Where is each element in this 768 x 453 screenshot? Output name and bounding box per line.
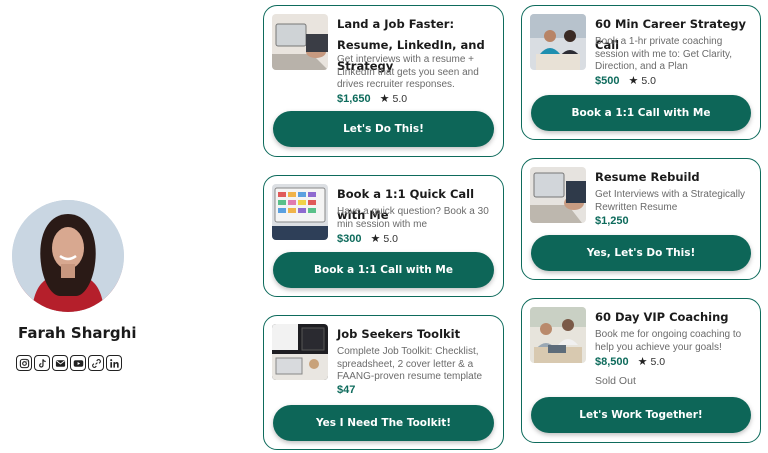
card-meta: $47 bbox=[337, 384, 355, 396]
card-description: Get Interviews with a Strategically Rewr… bbox=[595, 189, 746, 213]
star-icon: ★ bbox=[628, 75, 639, 87]
cta-button[interactable]: Book a 1:1 Call with Me bbox=[531, 95, 751, 131]
product-image-meeting bbox=[530, 14, 586, 70]
cta-button[interactable]: Book a 1:1 Call with Me bbox=[273, 252, 494, 288]
linkedin-icon[interactable] bbox=[106, 355, 122, 371]
product-image-coaching bbox=[530, 307, 586, 363]
card-description: Complete Job Toolkit: Checklist, spreads… bbox=[337, 346, 483, 382]
social-links bbox=[16, 355, 122, 371]
product-card[interactable]: Job Seekers Toolkit Complete Job Toolkit… bbox=[263, 315, 504, 450]
price: $500 bbox=[595, 74, 620, 87]
avatar bbox=[12, 200, 124, 312]
cta-button[interactable]: Let's Work Together! bbox=[531, 397, 751, 433]
email-icon[interactable] bbox=[52, 355, 68, 371]
rating: ★ 5.0 bbox=[628, 74, 656, 88]
product-card[interactable]: Book a 1:1 Quick Call with Me Have a qui… bbox=[263, 175, 504, 297]
rating-value: 5.0 bbox=[650, 355, 666, 368]
price: $8,500 bbox=[595, 355, 629, 368]
star-icon: ★ bbox=[370, 233, 381, 245]
product-card[interactable]: 60 Day VIP Coaching Book me for ongoing … bbox=[521, 298, 761, 443]
card-meta: $500 ★ 5.0 bbox=[595, 74, 656, 88]
instagram-icon[interactable] bbox=[16, 355, 32, 371]
card-title: Resume Rebuild bbox=[595, 170, 700, 184]
card-description: Book me for ongoing coaching to help you… bbox=[595, 329, 742, 353]
rating-value: 5.0 bbox=[641, 74, 656, 87]
card-meta: $1,650 ★ 5.0 bbox=[337, 92, 408, 106]
card-meta: $300 ★ 5.0 bbox=[337, 232, 398, 246]
product-image-desk bbox=[272, 324, 328, 380]
star-icon: ★ bbox=[637, 356, 648, 368]
price: $1,650 bbox=[337, 92, 371, 105]
star-icon: ★ bbox=[379, 93, 390, 105]
rating-value: 5.0 bbox=[392, 92, 408, 105]
cta-button[interactable]: Yes I Need The Toolkit! bbox=[273, 405, 494, 441]
card-title: Job Seekers Toolkit bbox=[337, 327, 461, 341]
price: $47 bbox=[337, 384, 356, 396]
price: $300 bbox=[337, 232, 362, 245]
card-title: 60 Day VIP Coaching bbox=[595, 310, 729, 324]
product-image-laptop bbox=[530, 167, 586, 223]
card-description: Book a 1-hr private coaching session wit… bbox=[595, 36, 733, 72]
card-description: Have a quick question? Book a 30 min ses… bbox=[337, 206, 489, 230]
product-card[interactable]: Land a Job Faster: Resume, LinkedIn, and… bbox=[263, 5, 504, 157]
product-image-laptop bbox=[272, 14, 328, 70]
card-meta: $8,500 ★ 5.0 bbox=[595, 355, 666, 369]
card-meta: $1,250 bbox=[595, 215, 629, 227]
rating-value: 5.0 bbox=[383, 232, 398, 245]
link-icon[interactable] bbox=[88, 355, 104, 371]
price: $1,250 bbox=[595, 215, 629, 227]
cta-button[interactable]: Let's Do This! bbox=[273, 111, 494, 147]
cta-button[interactable]: Yes, Let's Do This! bbox=[531, 235, 751, 271]
rating: ★ 5.0 bbox=[637, 355, 666, 369]
sold-out-label: Sold Out bbox=[595, 375, 636, 387]
card-description: Get interviews with a resume + LinkedIn … bbox=[337, 54, 479, 90]
tiktok-icon[interactable] bbox=[34, 355, 50, 371]
product-image-calendar bbox=[272, 184, 328, 240]
youtube-icon[interactable] bbox=[70, 355, 86, 371]
product-card[interactable]: Resume Rebuild Get Interviews with a Str… bbox=[521, 158, 761, 280]
rating: ★ 5.0 bbox=[379, 92, 408, 106]
profile-name: Farah Sharghi bbox=[18, 324, 137, 342]
rating: ★ 5.0 bbox=[370, 232, 398, 246]
product-card[interactable]: 60 Min Career Strategy Call Book a 1-hr … bbox=[521, 5, 761, 140]
